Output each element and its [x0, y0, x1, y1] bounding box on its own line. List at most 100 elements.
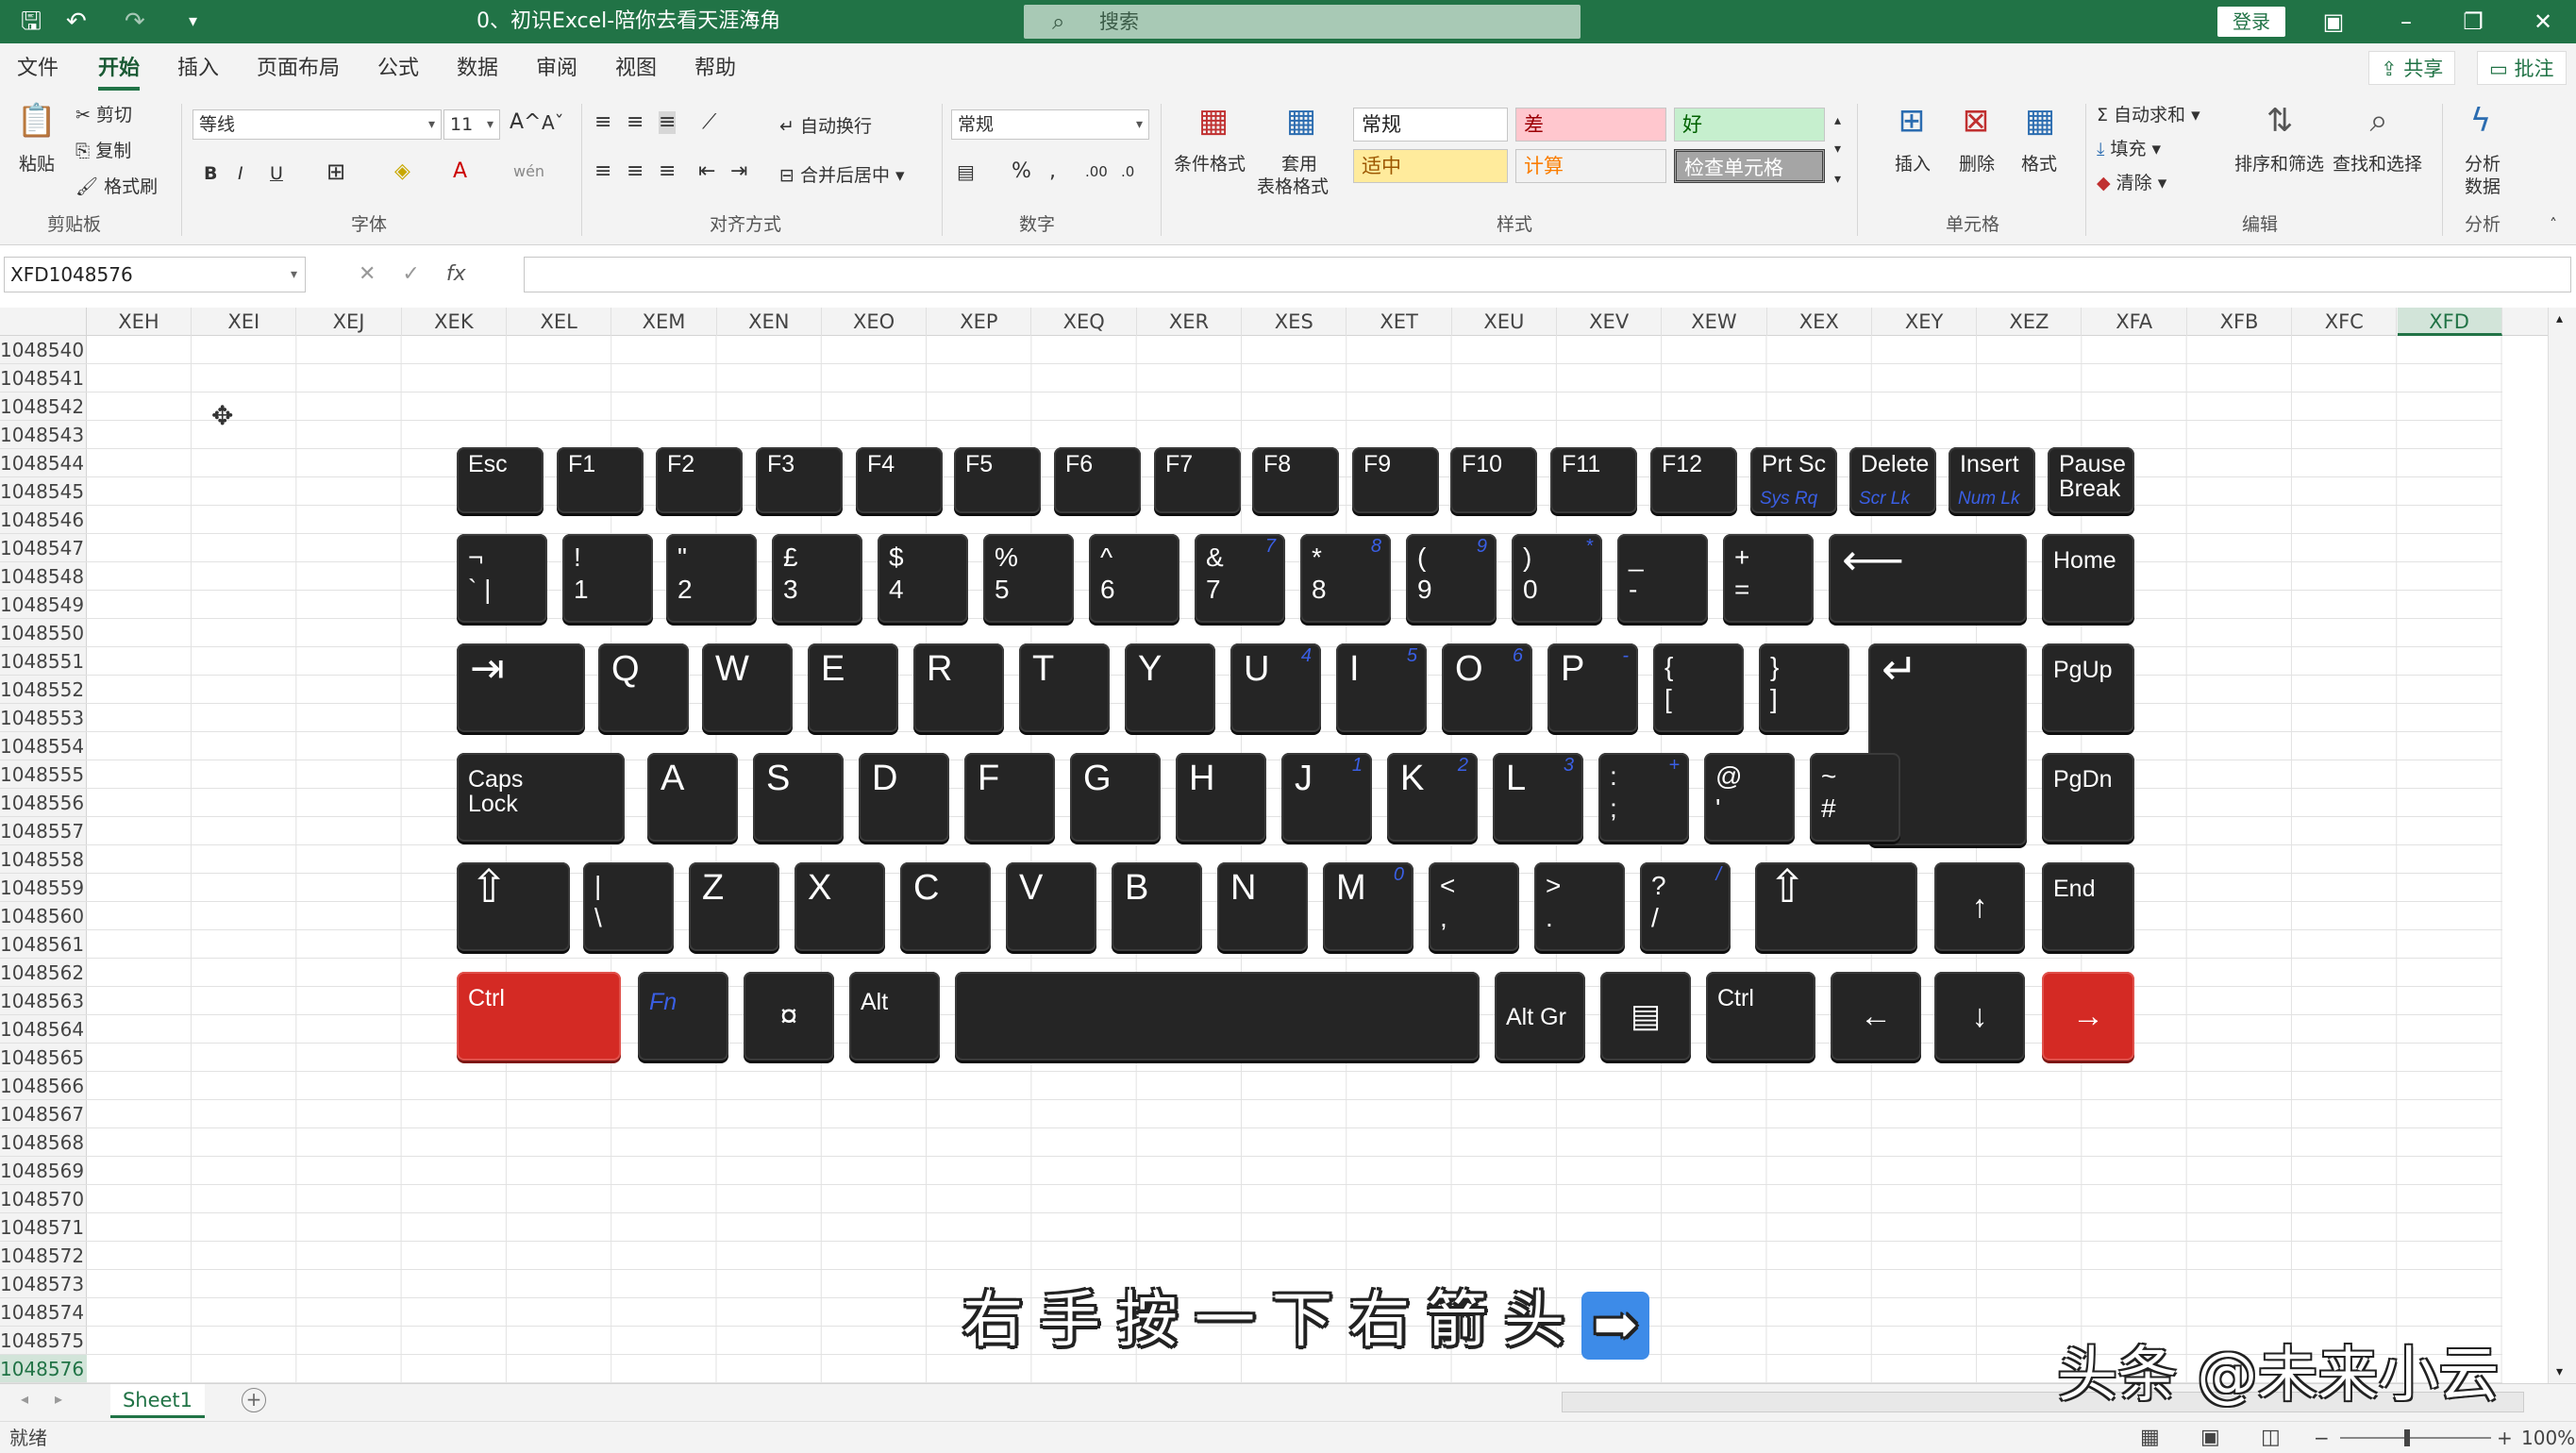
merge-center-button[interactable]: ⊟ 合并后居中 ▾	[779, 164, 905, 187]
formula-input[interactable]	[524, 257, 2571, 292]
format-cells-icon[interactable]: ▦	[2014, 102, 2066, 140]
copy-button[interactable]: ⎘ 复制	[75, 140, 131, 162]
column-header-xeq[interactable]: XEQ	[1032, 308, 1137, 336]
column-header-xev[interactable]: XEV	[1557, 308, 1663, 336]
tab-file[interactable]: 文件	[17, 55, 59, 83]
underline-icon[interactable]: U	[270, 162, 283, 185]
paste-icon[interactable]: 📋	[13, 102, 60, 140]
analyze-data-label-2[interactable]: 数据	[2465, 175, 2501, 198]
column-header-xen[interactable]: XEN	[717, 308, 822, 336]
row-header-1048568[interactable]: 1048568	[0, 1128, 87, 1157]
sort-filter-label[interactable]: 排序和筛选	[2234, 153, 2324, 175]
add-sheet-button[interactable]: +	[242, 1388, 266, 1412]
column-header-xep[interactable]: XEP	[927, 308, 1032, 336]
row-header-1048564[interactable]: 1048564	[0, 1015, 87, 1044]
row-header-1048556[interactable]: 1048556	[0, 789, 87, 817]
number-format-select[interactable]: 常规 ▾	[951, 109, 1149, 140]
zoom-out-icon[interactable]: −	[2314, 1422, 2330, 1453]
row-header-1048573[interactable]: 1048573	[0, 1270, 87, 1298]
paste-label[interactable]: 粘贴	[19, 153, 55, 175]
row-header-1048548[interactable]: 1048548	[0, 562, 87, 591]
style-normal[interactable]: 常规	[1353, 108, 1508, 142]
cut-button[interactable]: ✂ 剪切	[75, 104, 132, 126]
row-header-1048554[interactable]: 1048554	[0, 732, 87, 760]
column-header-xex[interactable]: XEX	[1767, 308, 1872, 336]
insert-cells-label[interactable]: 插入	[1895, 153, 1931, 175]
row-header-1048545[interactable]: 1048545	[0, 477, 87, 506]
row-header-1048552[interactable]: 1048552	[0, 676, 87, 704]
fill-button[interactable]: ⤓ 填充 ▾	[2097, 138, 2161, 160]
bold-icon[interactable]: B	[204, 162, 217, 185]
tab-help[interactable]: 帮助	[694, 55, 736, 83]
conditional-format-icon[interactable]: ▦	[1185, 102, 1242, 140]
row-header-1048574[interactable]: 1048574	[0, 1298, 87, 1327]
collapse-ribbon-icon[interactable]: ˄	[2550, 213, 2557, 236]
find-select-icon[interactable]: ⌕	[2355, 102, 2402, 140]
enter-icon[interactable]: ✓	[402, 262, 419, 286]
column-header-xek[interactable]: XEK	[402, 308, 507, 336]
row-header-1048566[interactable]: 1048566	[0, 1072, 87, 1100]
align-bottom-icon[interactable]: ≡	[659, 111, 677, 134]
accounting-format-icon[interactable]: ▤	[957, 160, 975, 183]
redo-icon[interactable]: ↷	[125, 6, 145, 38]
column-header-xei[interactable]: XEI	[192, 308, 297, 336]
format-painter-button[interactable]: 🖌 格式刷	[75, 175, 158, 198]
row-header-1048570[interactable]: 1048570	[0, 1185, 87, 1213]
sort-filter-icon[interactable]: ⇅	[2251, 102, 2308, 140]
style-good[interactable]: 好	[1674, 108, 1825, 142]
row-header-1048549[interactable]: 1048549	[0, 591, 87, 619]
column-header-xew[interactable]: XEW	[1663, 308, 1767, 336]
page-layout-view-icon[interactable]: ▣	[2200, 1422, 2220, 1453]
prev-sheet-icon[interactable]: ◂	[21, 1390, 28, 1408]
tab-page-layout[interactable]: 页面布局	[257, 55, 340, 83]
zoom-slider-thumb[interactable]	[2404, 1429, 2410, 1446]
decrease-decimal-icon[interactable]: .0	[1121, 160, 1134, 183]
column-header-xeu[interactable]: XEU	[1452, 308, 1557, 336]
fill-color-icon[interactable]: ◈	[394, 160, 410, 183]
font-name-select[interactable]: 等线 ▾	[192, 109, 442, 140]
delete-cells-label[interactable]: 删除	[1959, 153, 1995, 175]
row-header-1048542[interactable]: 1048542	[0, 392, 87, 421]
style-check-cell[interactable]: 检查单元格	[1674, 149, 1825, 183]
row-header-1048567[interactable]: 1048567	[0, 1100, 87, 1128]
decrease-font-icon[interactable]: Aˇ	[542, 111, 564, 134]
login-button[interactable]: 登录	[2217, 7, 2285, 37]
italic-icon[interactable]: I	[238, 162, 243, 185]
close-icon[interactable]: ✕	[2519, 4, 2567, 40]
column-header-xeh[interactable]: XEH	[87, 308, 192, 336]
increase-decimal-icon[interactable]: .00	[1085, 160, 1108, 183]
column-header-xfb[interactable]: XFB	[2187, 308, 2292, 336]
comma-style-icon[interactable]: ,	[1049, 160, 1056, 183]
tab-data[interactable]: 数据	[457, 55, 498, 83]
style-bad[interactable]: 差	[1515, 108, 1666, 142]
row-header-1048572[interactable]: 1048572	[0, 1242, 87, 1270]
title-dropdown-icon[interactable]: ▾	[748, 9, 755, 25]
increase-font-icon[interactable]: A^	[510, 111, 541, 134]
row-header-1048543[interactable]: 1048543	[0, 421, 87, 449]
styles-more-icon[interactable]: ▾	[1834, 168, 1841, 191]
styles-scroll-up-icon[interactable]: ▴	[1834, 109, 1841, 132]
percent-icon[interactable]: %	[1012, 160, 1031, 183]
column-header-xeo[interactable]: XEO	[822, 308, 928, 336]
column-header-xez[interactable]: XEZ	[1977, 308, 2083, 336]
row-header-1048560[interactable]: 1048560	[0, 902, 87, 930]
autosum-button[interactable]: Σ 自动求和 ▾	[2097, 104, 2200, 126]
styles-scroll-down-icon[interactable]: ▾	[1834, 138, 1841, 160]
insert-cells-icon[interactable]: ⊞	[1885, 102, 1938, 140]
phonetic-icon[interactable]: wén	[513, 160, 544, 183]
row-header-1048575[interactable]: 1048575	[0, 1327, 87, 1355]
font-color-icon[interactable]: A	[453, 160, 467, 183]
row-header-1048569[interactable]: 1048569	[0, 1157, 87, 1185]
tab-formulas[interactable]: 公式	[377, 55, 419, 83]
row-header-1048546[interactable]: 1048546	[0, 506, 87, 534]
column-header-xet[interactable]: XET	[1347, 308, 1452, 336]
insert-function-icon[interactable]: fx	[446, 262, 466, 286]
ribbon-display-icon[interactable]: ▣	[2310, 4, 2357, 40]
row-header-1048563[interactable]: 1048563	[0, 987, 87, 1015]
column-header-xej[interactable]: XEJ	[297, 308, 402, 336]
column-header-xfd[interactable]: XFD	[2397, 308, 2502, 336]
row-header-1048553[interactable]: 1048553	[0, 704, 87, 732]
row-header-1048571[interactable]: 1048571	[0, 1213, 87, 1242]
column-header-xes[interactable]: XES	[1242, 308, 1347, 336]
share-button[interactable]: ⇪ 共享	[2368, 51, 2456, 85]
